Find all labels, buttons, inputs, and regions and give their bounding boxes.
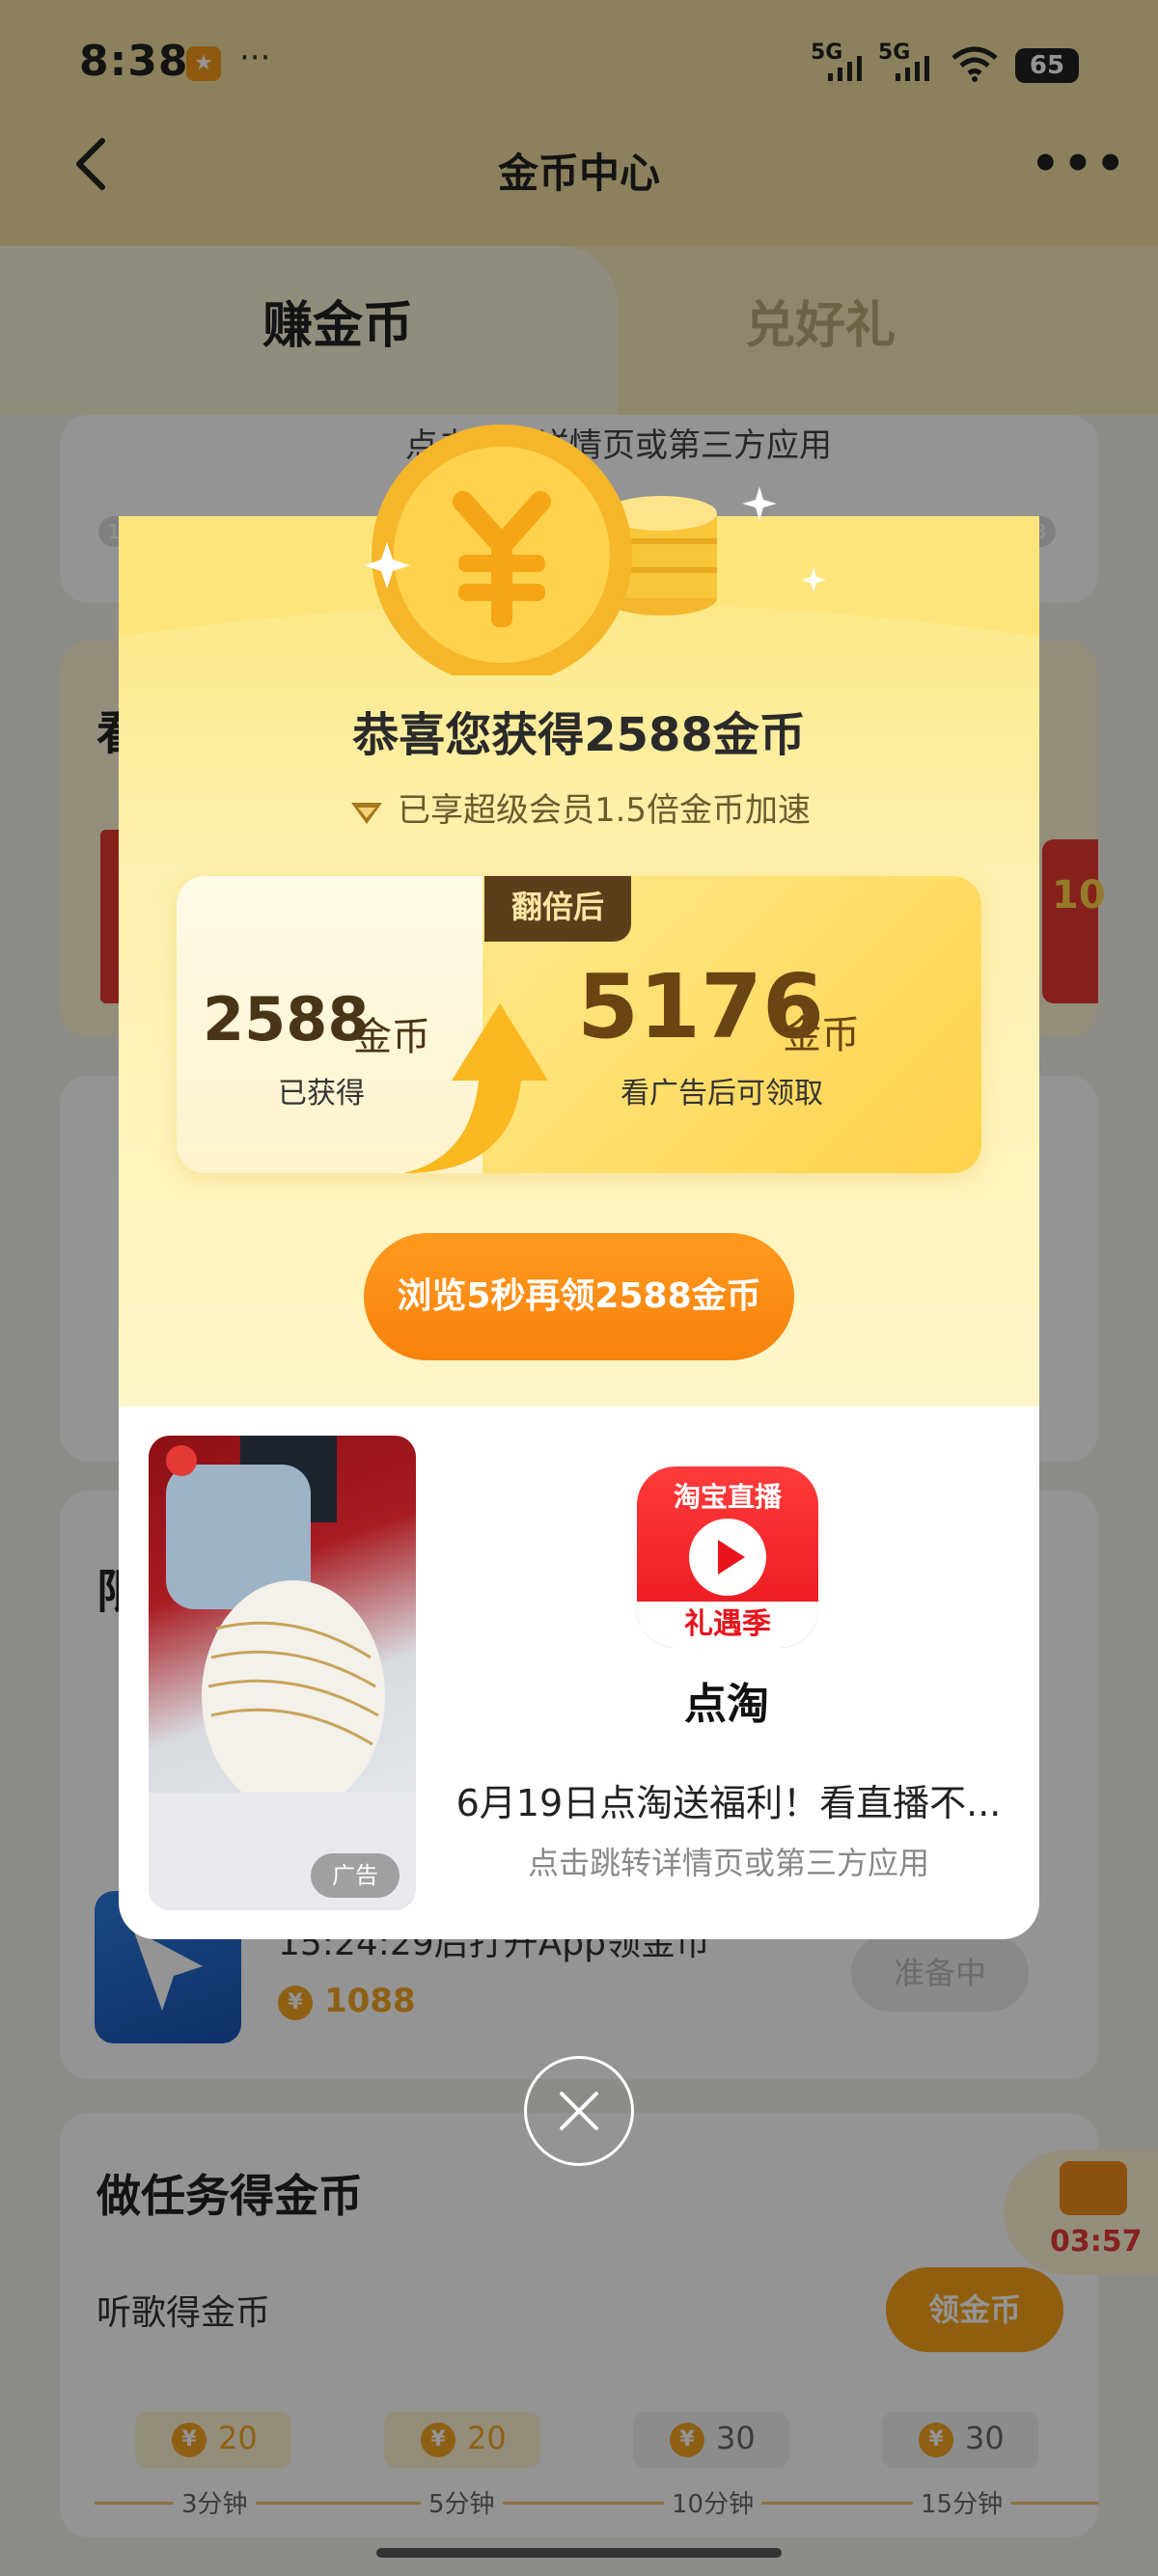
home-indicator[interactable] [376, 2548, 782, 2558]
ad-app-name: 点淘 [684, 1680, 769, 1729]
ad-redirect-hint: 点击跳转详情页或第三方应用 [527, 1845, 929, 1881]
doubled-unit: 金币 [783, 1013, 860, 1057]
doubled-label: 看广告后可领取 [620, 1077, 823, 1110]
double-badge: 翻倍后 [484, 876, 631, 942]
ad-video-thumbnail[interactable] [149, 1436, 416, 1910]
ad-description[interactable]: 6月19日点淘送福利！看直播不... [444, 1773, 1013, 1826]
app-icon-bottom-text: 礼遇季 [637, 1602, 818, 1648]
play-circle-icon [689, 1519, 766, 1596]
ad-label-badge: 广告 [311, 1853, 400, 1898]
app-icon-top-text: 淘宝直播 [673, 1481, 782, 1513]
earned-label: 已获得 [278, 1077, 365, 1110]
earned-unit: 金币 [353, 1015, 430, 1059]
gold-coin-illustration [364, 425, 826, 675]
vip-bonus-text: 已享超级会员1.5倍金币加速 [119, 783, 1039, 831]
diantao-app-icon[interactable]: 淘宝直播 礼遇季 [637, 1466, 818, 1648]
vip-diamond-icon [350, 802, 382, 824]
vip-bonus-label: 已享超级会员1.5倍金币加速 [397, 791, 812, 830]
watch-ad-claim-button[interactable]: 浏览5秒再领2588金币 [364, 1233, 794, 1360]
close-popup-button[interactable] [524, 2056, 634, 2166]
close-icon [560, 2092, 598, 2130]
popup-title: 恭喜您获得2588金币 [352, 708, 806, 762]
earned-amount: 2588 [203, 984, 370, 1055]
